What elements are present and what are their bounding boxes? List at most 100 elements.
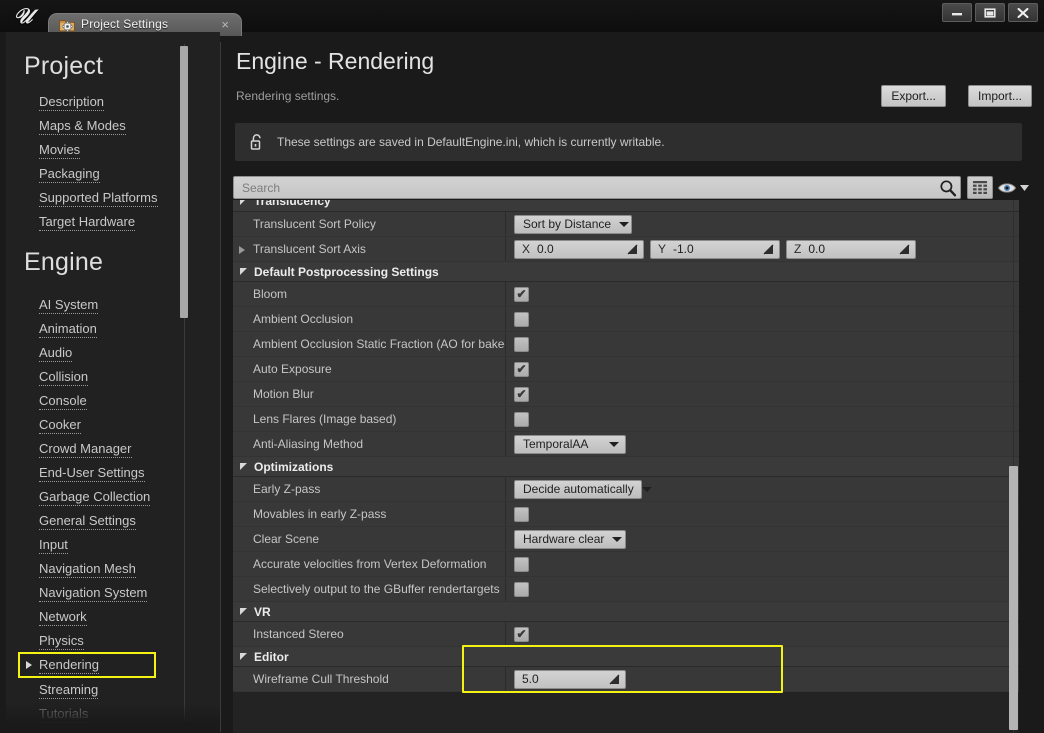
sidebar-item-collision[interactable]: Collision	[6, 365, 89, 389]
property-value: ✔	[505, 282, 1019, 306]
unreal-engine-logo-icon: 𝒰	[13, 3, 33, 28]
group-header-vr[interactable]: VR	[233, 602, 1019, 622]
lens-flares-checkbox[interactable]	[514, 411, 529, 427]
sidebar-heading-project: Project	[24, 52, 104, 80]
sidebar-item-animation[interactable]: Animation	[6, 317, 97, 341]
group-rows-optimizations: Early Z-pass Decide automatically Movabl…	[233, 477, 1019, 602]
tab-close-icon[interactable]: ×	[221, 17, 229, 32]
property-row-clear-scene[interactable]: Clear Scene Hardware clear	[233, 527, 1019, 552]
motion-blur-checkbox[interactable]: ✔	[514, 386, 529, 402]
sidebar-item-ai-system[interactable]: AI System	[6, 293, 99, 317]
sidebar-item-navigation-system[interactable]: Navigation System	[6, 581, 148, 605]
drag-resize-icon[interactable]	[627, 244, 638, 255]
translucent-sort-policy-dropdown[interactable]: Sort by Distance	[514, 214, 632, 234]
property-label: Early Z-pass	[253, 482, 321, 496]
sort-axis-y-field[interactable]: Y -1.0	[650, 239, 780, 259]
column-view-button[interactable]	[967, 176, 993, 199]
property-row-ambient-occlusion-static-fraction[interactable]: Ambient Occlusion Static Fraction (AO fo…	[233, 332, 1019, 357]
sidebar-item-description[interactable]: Description	[6, 90, 105, 114]
expand-arrow-icon[interactable]	[239, 246, 245, 254]
property-row-translucent-sort-axis[interactable]: Translucent Sort Axis X 0.0 Y -1.0 Z 0.0	[233, 237, 1019, 262]
property-row-early-z-pass[interactable]: Early Z-pass Decide automatically	[233, 477, 1019, 502]
sidebar-heading-engine: Engine	[24, 248, 104, 276]
group-header-optimizations[interactable]: Optimizations	[233, 457, 1019, 477]
maximize-button[interactable]	[975, 3, 1005, 22]
sidebar-item-network[interactable]: Network	[6, 605, 87, 629]
settings-category-sidebar[interactable]: Project Description Maps & Modes Movies …	[6, 32, 220, 733]
property-row-anti-aliasing-method[interactable]: Anti-Aliasing Method TemporalAA	[233, 432, 1019, 457]
property-label: Movables in early Z-pass	[253, 507, 387, 521]
sidebar-item-end-user-settings[interactable]: End-User Settings	[6, 461, 145, 485]
instanced-stereo-checkbox[interactable]: ✔	[514, 626, 529, 642]
property-row-lens-flares[interactable]: Lens Flares (Image based)	[233, 407, 1019, 432]
ambient-occlusion-checkbox[interactable]	[514, 311, 529, 327]
property-row-accurate-velocities[interactable]: Accurate velocities from Vertex Deformat…	[233, 552, 1019, 577]
clear-scene-dropdown[interactable]: Hardware clear	[514, 529, 626, 549]
ambient-occlusion-static-fraction-checkbox[interactable]	[514, 336, 529, 352]
group-header-translucency[interactable]: Translucency	[233, 200, 1019, 212]
property-row-instanced-stereo[interactable]: Instanced Stereo ✔	[233, 622, 1019, 647]
view-options-button[interactable]	[997, 177, 1031, 198]
minimize-button[interactable]	[942, 3, 972, 22]
sidebar-item-input[interactable]: Input	[6, 533, 68, 557]
property-row-selective-gbuffer-output[interactable]: Selectively output to the GBuffer render…	[233, 577, 1019, 602]
property-value: ✔	[505, 357, 1019, 381]
sidebar-item-navigation-mesh[interactable]: Navigation Mesh	[6, 557, 136, 581]
sidebar-item-console[interactable]: Console	[6, 389, 87, 413]
page-subtitle: Rendering settings.	[236, 89, 340, 103]
search-row	[233, 176, 1038, 201]
property-label: Accurate velocities from Vertex Deformat…	[253, 557, 487, 571]
drag-resize-icon[interactable]	[763, 244, 774, 255]
property-row-translucent-sort-policy[interactable]: Translucent Sort Policy Sort by Distance	[233, 212, 1019, 237]
property-label: Ambient Occlusion	[253, 312, 354, 326]
drag-resize-icon[interactable]	[609, 674, 620, 685]
property-row-wireframe-cull-threshold[interactable]: Wireframe Cull Threshold 5.0	[233, 667, 1019, 692]
settings-file-notice: These settings are saved in DefaultEngin…	[235, 123, 1022, 161]
import-button[interactable]: Import...	[967, 85, 1032, 107]
sidebar-item-packaging[interactable]: Packaging	[6, 162, 100, 186]
sidebar-item-tutorials[interactable]: Tutorials	[6, 702, 89, 726]
group-header-default-postprocessing-settings[interactable]: Default Postprocessing Settings	[233, 262, 1019, 282]
sidebar-item-movies[interactable]: Movies	[6, 138, 81, 162]
sort-axis-z-field[interactable]: Z 0.0	[786, 239, 916, 259]
sidebar-item-general-settings[interactable]: General Settings	[6, 509, 136, 533]
sidebar-item-cooker[interactable]: Cooker	[6, 413, 81, 437]
auto-exposure-checkbox[interactable]: ✔	[514, 361, 529, 377]
drag-resize-icon[interactable]	[899, 244, 910, 255]
wireframe-cull-threshold-field[interactable]: 5.0	[514, 669, 626, 689]
sidebar-item-supported-platforms[interactable]: Supported Platforms	[6, 186, 158, 210]
sidebar-item-target-hardware[interactable]: Target Hardware	[6, 210, 136, 234]
anti-aliasing-method-dropdown[interactable]: TemporalAA	[514, 434, 626, 454]
sidebar-item-physics[interactable]: Physics	[6, 629, 84, 653]
property-row-movables-in-early-z-pass[interactable]: Movables in early Z-pass	[233, 502, 1019, 527]
sidebar-item-maps-modes[interactable]: Maps & Modes	[6, 114, 126, 138]
property-value: X 0.0 Y -1.0 Z 0.0	[505, 237, 1019, 261]
sidebar-item-streaming[interactable]: Streaming	[6, 678, 99, 702]
sidebar-item-audio[interactable]: Audio	[6, 341, 73, 365]
settings-property-list[interactable]: Translucency Translucent Sort Policy Sor…	[233, 200, 1019, 733]
bloom-checkbox[interactable]: ✔	[514, 286, 529, 302]
axis-value: 0.0	[537, 242, 554, 256]
group-header-editor[interactable]: Editor	[233, 647, 1019, 667]
property-row-bloom[interactable]: Bloom ✔	[233, 282, 1019, 307]
search-icon[interactable]	[939, 179, 957, 197]
property-row-auto-exposure[interactable]: Auto Exposure ✔	[233, 357, 1019, 382]
group-rows-vr: Instanced Stereo ✔	[233, 622, 1019, 647]
sidebar-scrollbar-thumb[interactable]	[180, 46, 188, 318]
movables-in-early-z-pass-checkbox[interactable]	[514, 506, 529, 522]
search-input[interactable]	[233, 176, 961, 199]
property-value: TemporalAA	[505, 432, 1019, 456]
sidebar-item-garbage-collection[interactable]: Garbage Collection	[6, 485, 151, 509]
export-button[interactable]: Export...	[881, 85, 946, 107]
selective-gbuffer-output-checkbox[interactable]	[514, 581, 529, 597]
close-button[interactable]	[1008, 3, 1038, 22]
property-row-motion-blur[interactable]: Motion Blur ✔	[233, 382, 1019, 407]
accurate-velocities-checkbox[interactable]	[514, 556, 529, 572]
eye-icon	[997, 182, 1017, 193]
sidebar-item-rendering[interactable]: Rendering	[18, 652, 156, 678]
early-z-pass-dropdown[interactable]: Decide automatically	[514, 479, 652, 499]
sort-axis-x-field[interactable]: X 0.0	[514, 239, 644, 259]
content-scrollbar-thumb[interactable]	[1009, 466, 1018, 730]
sidebar-item-crowd-manager[interactable]: Crowd Manager	[6, 437, 132, 461]
property-row-ambient-occlusion[interactable]: Ambient Occlusion	[233, 307, 1019, 332]
